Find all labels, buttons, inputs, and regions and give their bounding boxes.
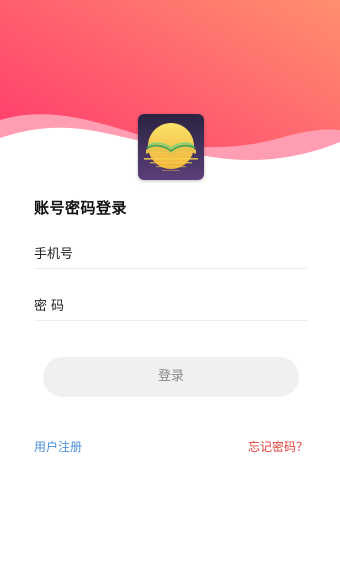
phone-input[interactable]	[34, 240, 308, 268]
register-link[interactable]: 用户注册	[34, 438, 82, 455]
phone-field	[34, 240, 308, 269]
login-title: 账号密码登录	[34, 199, 128, 217]
open-book-sun-icon	[138, 114, 204, 180]
app-logo	[138, 114, 204, 180]
login-button[interactable]: 登录	[43, 357, 299, 397]
forgot-password-link[interactable]: 忘记密码？	[248, 438, 308, 455]
password-field	[34, 292, 308, 321]
password-input[interactable]	[34, 292, 308, 320]
